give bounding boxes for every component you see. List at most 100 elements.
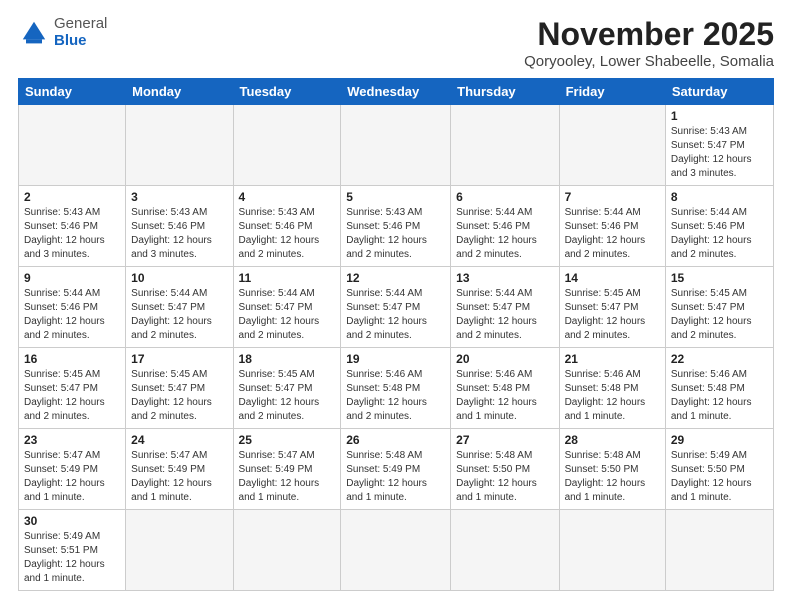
day-number: 27 <box>456 433 553 447</box>
day-info: Sunrise: 5:49 AMSunset: 5:51 PMDaylight:… <box>24 530 120 586</box>
day-number: 16 <box>24 352 120 366</box>
calendar-cell: 6Sunrise: 5:44 AMSunset: 5:46 PMDaylight… <box>451 186 559 267</box>
day-number: 13 <box>456 271 553 285</box>
calendar-cell: 13 Sunrise: 5:44 AMSunset: 5:47 PMDayligh… <box>451 267 559 348</box>
day-info: Sunrise: 5:47 AMSunset: 5:49 PMDaylight:… <box>24 449 120 505</box>
calendar-cell <box>559 510 665 591</box>
day-number: 28 <box>565 433 660 447</box>
day-info: Sunrise: 5:45 AMSunset: 5:47 PMDaylight:… <box>565 287 660 343</box>
calendar-cell: 27 Sunrise: 5:48 AMSunset: 5:50 PMDayligh… <box>451 429 559 510</box>
day-number: 14 <box>565 271 660 285</box>
calendar-cell: 2 Sunrise: 5:43 AMSunset: 5:46 PMDaylight… <box>19 186 126 267</box>
day-number: 1 <box>671 109 768 123</box>
calendar-cell: 25 Sunrise: 5:47 AMSunset: 5:49 PMDayligh… <box>233 429 341 510</box>
day-number: 24 <box>131 433 227 447</box>
week-row-1: 1 Sunrise: 5:43 AMSunset: 5:47 PMDaylight… <box>19 105 774 186</box>
calendar-cell: 8 Sunrise: 5:44 AMSunset: 5:46 PMDaylight… <box>665 186 773 267</box>
week-row-2: 2 Sunrise: 5:43 AMSunset: 5:46 PMDaylight… <box>19 186 774 267</box>
calendar-cell <box>341 510 451 591</box>
day-number: 26 <box>346 433 445 447</box>
calendar-cell: 24 Sunrise: 5:47 AMSunset: 5:49 PMDayligh… <box>126 429 233 510</box>
col-header-wednesday: Wednesday <box>341 79 451 105</box>
calendar-cell: 30Sunrise: 5:49 AMSunset: 5:51 PMDayligh… <box>19 510 126 591</box>
day-number: 4 <box>239 190 336 204</box>
col-header-friday: Friday <box>559 79 665 105</box>
day-info: Sunrise: 5:48 AMSunset: 5:50 PMDaylight:… <box>565 449 660 505</box>
calendar-cell: 14 Sunrise: 5:45 AMSunset: 5:47 PMDayligh… <box>559 267 665 348</box>
calendar-cell: 7 Sunrise: 5:44 AMSunset: 5:46 PMDaylight… <box>559 186 665 267</box>
calendar-cell <box>233 105 341 186</box>
day-info: Sunrise: 5:46 AMSunset: 5:48 PMDaylight:… <box>456 368 553 424</box>
day-info: Sunrise: 5:48 AMSunset: 5:50 PMDaylight:… <box>456 449 553 505</box>
calendar-table: SundayMondayTuesdayWednesdayThursdayFrid… <box>18 78 774 591</box>
day-number: 15 <box>671 271 768 285</box>
calendar-cell: 12Sunrise: 5:44 AMSunset: 5:47 PMDayligh… <box>341 267 451 348</box>
day-info: Sunrise: 5:43 AMSunset: 5:46 PMDaylight:… <box>239 206 336 262</box>
calendar-cell: 4 Sunrise: 5:43 AMSunset: 5:46 PMDaylight… <box>233 186 341 267</box>
title-block: November 2025 Qoryooley, Lower Shabeelle… <box>524 16 774 70</box>
calendar-cell: 20 Sunrise: 5:46 AMSunset: 5:48 PMDayligh… <box>451 348 559 429</box>
day-number: 7 <box>565 190 660 204</box>
calendar-cell: 9Sunrise: 5:44 AMSunset: 5:46 PMDaylight… <box>19 267 126 348</box>
day-number: 22 <box>671 352 768 366</box>
day-number: 12 <box>346 271 445 285</box>
calendar-cell <box>19 105 126 186</box>
calendar-header-row: SundayMondayTuesdayWednesdayThursdayFrid… <box>19 79 774 105</box>
day-number: 8 <box>671 190 768 204</box>
week-row-3: 9Sunrise: 5:44 AMSunset: 5:46 PMDaylight… <box>19 267 774 348</box>
day-info: Sunrise: 5:44 AMSunset: 5:47 PMDaylight:… <box>456 287 553 343</box>
day-number: 25 <box>239 433 336 447</box>
day-info: Sunrise: 5:43 AMSunset: 5:46 PMDaylight:… <box>24 206 120 262</box>
calendar-cell: 18 Sunrise: 5:45 AMSunset: 5:47 PMDayligh… <box>233 348 341 429</box>
week-row-5: 23Sunrise: 5:47 AMSunset: 5:49 PMDayligh… <box>19 429 774 510</box>
day-number: 2 <box>24 190 120 204</box>
day-info: Sunrise: 5:46 AMSunset: 5:48 PMDaylight:… <box>565 368 660 424</box>
day-info: Sunrise: 5:43 AMSunset: 5:46 PMDaylight:… <box>131 206 227 262</box>
day-number: 20 <box>456 352 553 366</box>
day-info: Sunrise: 5:44 AMSunset: 5:47 PMDaylight:… <box>239 287 336 343</box>
header: General Blue November 2025 Qoryooley, Lo… <box>18 16 774 70</box>
logo: General Blue <box>18 16 107 49</box>
calendar-cell: 11 Sunrise: 5:44 AMSunset: 5:47 PMDayligh… <box>233 267 341 348</box>
day-number: 21 <box>565 352 660 366</box>
day-info: Sunrise: 5:46 AMSunset: 5:48 PMDaylight:… <box>671 368 768 424</box>
calendar-cell: 19Sunrise: 5:46 AMSunset: 5:48 PMDayligh… <box>341 348 451 429</box>
day-info: Sunrise: 5:44 AMSunset: 5:46 PMDaylight:… <box>565 206 660 262</box>
week-row-6: 30Sunrise: 5:49 AMSunset: 5:51 PMDayligh… <box>19 510 774 591</box>
calendar-cell: 5Sunrise: 5:43 AMSunset: 5:46 PMDaylight… <box>341 186 451 267</box>
day-info: Sunrise: 5:43 AMSunset: 5:47 PMDaylight:… <box>671 125 768 181</box>
day-info: Sunrise: 5:44 AMSunset: 5:46 PMDaylight:… <box>456 206 553 262</box>
day-number: 18 <box>239 352 336 366</box>
calendar-cell: 29 Sunrise: 5:49 AMSunset: 5:50 PMDayligh… <box>665 429 773 510</box>
calendar-cell: 28 Sunrise: 5:48 AMSunset: 5:50 PMDayligh… <box>559 429 665 510</box>
day-number: 29 <box>671 433 768 447</box>
logo-general: General <box>54 16 107 33</box>
calendar-cell: 16Sunrise: 5:45 AMSunset: 5:47 PMDayligh… <box>19 348 126 429</box>
col-header-saturday: Saturday <box>665 79 773 105</box>
calendar-cell <box>126 510 233 591</box>
day-info: Sunrise: 5:45 AMSunset: 5:47 PMDaylight:… <box>671 287 768 343</box>
week-row-4: 16 Sunrise: 5:45 AMSunset: 5:47 PMDayligh… <box>19 348 774 429</box>
day-info: Sunrise: 5:49 AMSunset: 5:50 PMDaylight:… <box>671 449 768 505</box>
calendar-cell: 22 Sunrise: 5:46 AMSunset: 5:48 PMDayligh… <box>665 348 773 429</box>
calendar-cell: 3 Sunrise: 5:43 AMSunset: 5:46 PMDaylight… <box>126 186 233 267</box>
col-header-sunday: Sunday <box>19 79 126 105</box>
day-number: 3 <box>131 190 227 204</box>
day-number: 5 <box>346 190 445 204</box>
day-info: Sunrise: 5:46 AMSunset: 5:48 PMDaylight:… <box>346 368 445 424</box>
day-number: 11 <box>239 271 336 285</box>
month-year-title: November 2025 <box>524 16 774 53</box>
calendar-cell <box>341 105 451 186</box>
day-info: Sunrise: 5:47 AMSunset: 5:49 PMDaylight:… <box>131 449 227 505</box>
day-info: Sunrise: 5:45 AMSunset: 5:47 PMDaylight:… <box>239 368 336 424</box>
calendar-cell: 17Sunrise: 5:45 AMSunset: 5:47 PMDayligh… <box>126 348 233 429</box>
calendar-cell: 1 Sunrise: 5:43 AMSunset: 5:47 PMDaylight… <box>665 105 773 186</box>
calendar-cell <box>451 510 559 591</box>
calendar-cell: 26Sunrise: 5:48 AMSunset: 5:49 PMDayligh… <box>341 429 451 510</box>
calendar-cell: 21 Sunrise: 5:46 AMSunset: 5:48 PMDayligh… <box>559 348 665 429</box>
day-number: 17 <box>131 352 227 366</box>
location-subtitle: Qoryooley, Lower Shabeelle, Somalia <box>524 53 774 70</box>
day-info: Sunrise: 5:44 AMSunset: 5:46 PMDaylight:… <box>671 206 768 262</box>
day-number: 10 <box>131 271 227 285</box>
day-info: Sunrise: 5:47 AMSunset: 5:49 PMDaylight:… <box>239 449 336 505</box>
